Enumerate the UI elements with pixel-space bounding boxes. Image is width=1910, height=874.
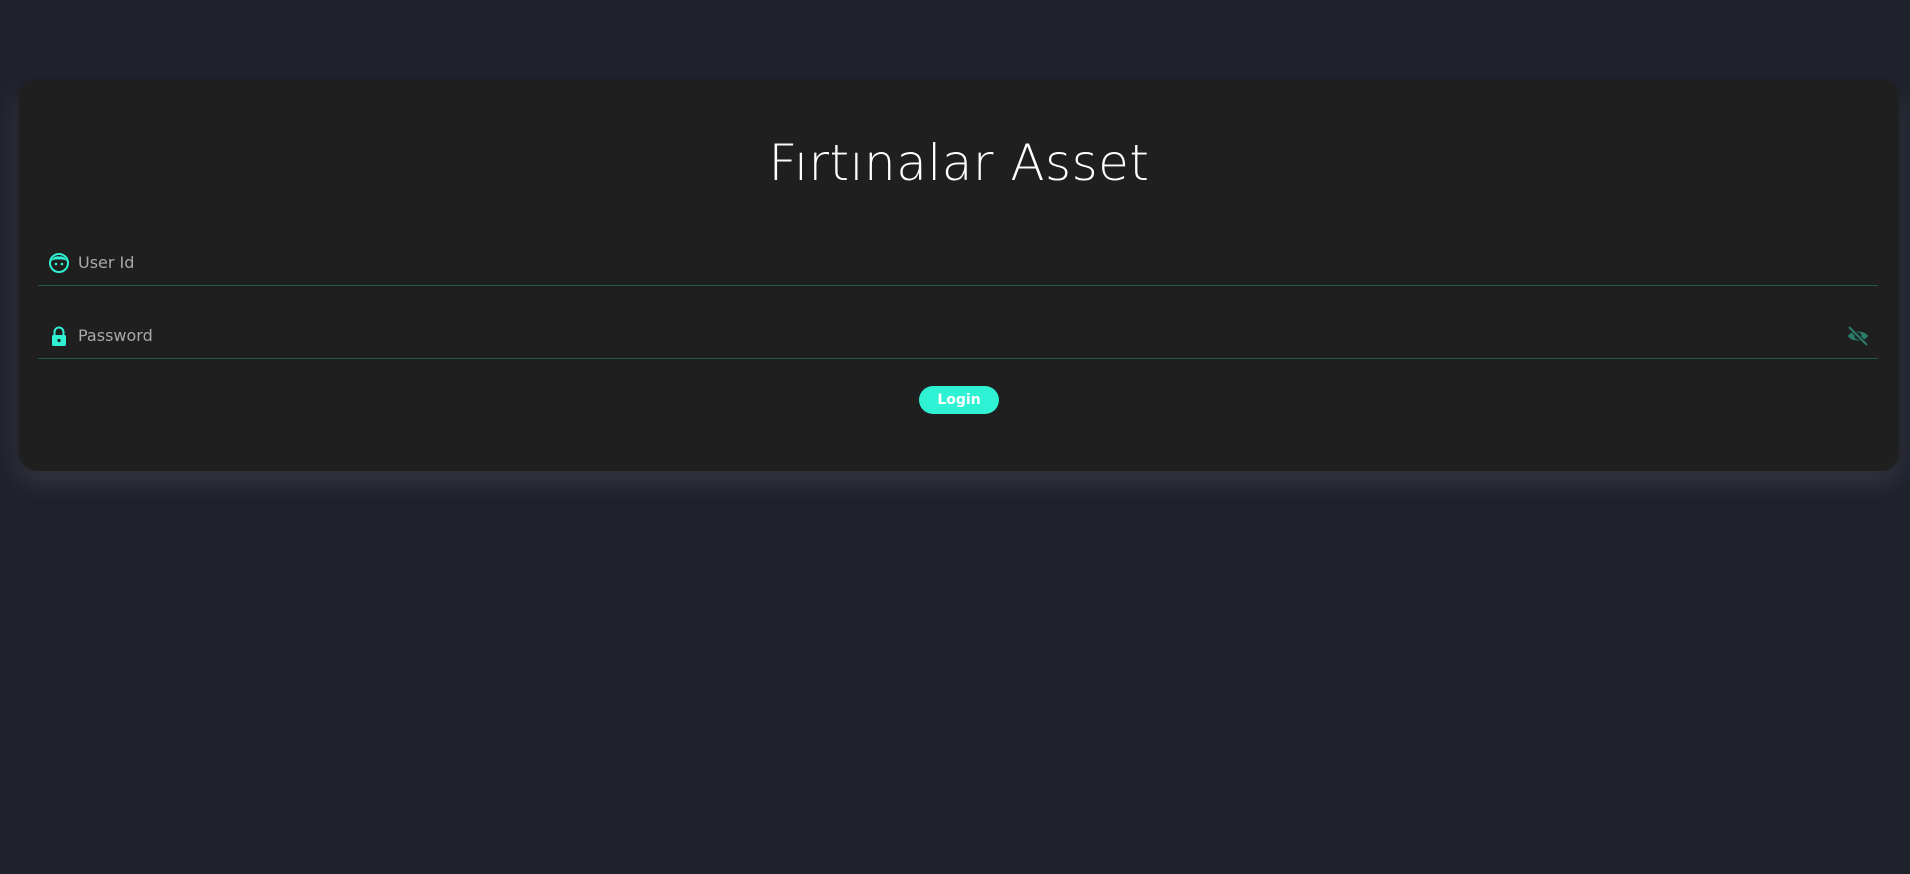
user-id-field [38, 240, 1878, 286]
password-input[interactable] [78, 313, 1818, 358]
lock-icon [48, 325, 70, 347]
login-button[interactable]: Login [919, 386, 999, 414]
page-title: Fırtınalar Asset [768, 134, 1150, 192]
password-field [38, 313, 1878, 359]
login-card: Fırtınalar Asset User Id Login [19, 80, 1899, 471]
user-id-input[interactable] [78, 240, 1818, 285]
eye-off-icon[interactable] [1846, 324, 1870, 348]
face-icon [48, 252, 70, 274]
